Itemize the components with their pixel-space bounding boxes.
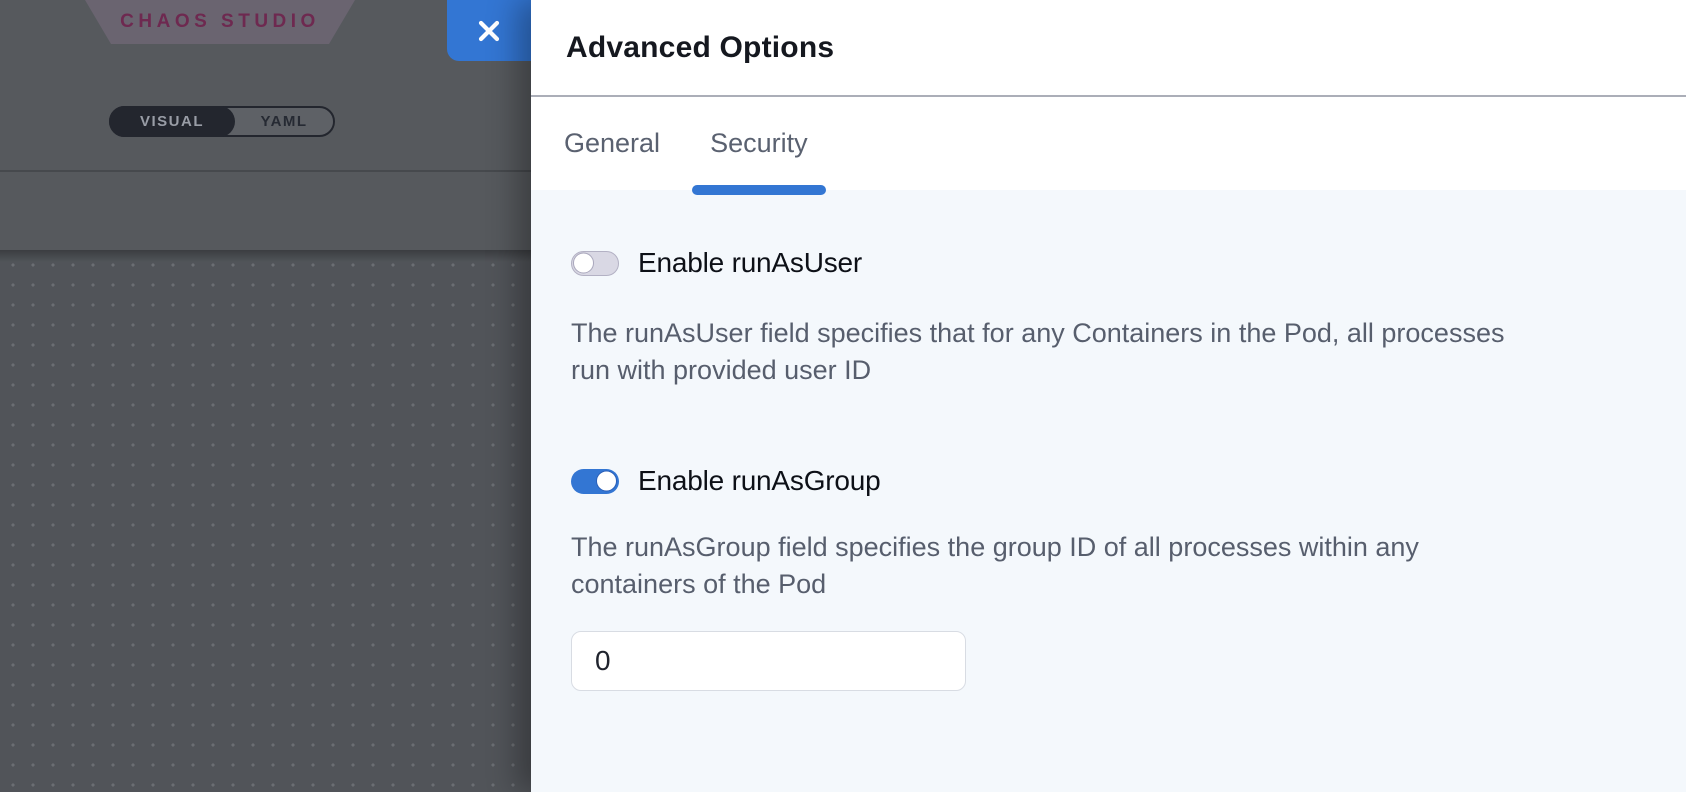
close-icon [475, 17, 503, 45]
drawer-title: Advanced Options [566, 31, 834, 65]
switch-knob [596, 471, 617, 492]
run-as-user-row: Enable runAsUser [571, 247, 1646, 279]
dimmed-app-background: CHAOS STUDIO VISUAL YAML [0, 0, 531, 792]
run-as-user-group: Enable runAsUser The runAsUser field spe… [571, 247, 1646, 389]
run-as-group-switch[interactable] [571, 469, 619, 494]
chaos-studio-canvas[interactable] [0, 250, 531, 792]
run-as-user-label: Enable runAsUser [638, 247, 862, 279]
tab-visual[interactable]: VISUAL [109, 106, 235, 137]
run-as-group-group: Enable runAsGroup The runAsGroup field s… [571, 465, 1646, 691]
run-as-user-switch[interactable] [571, 251, 619, 276]
run-as-group-description: The runAsGroup field specifies the group… [571, 529, 1646, 603]
visual-yaml-toggle[interactable]: VISUAL YAML [109, 106, 335, 137]
brand-banner: CHAOS STUDIO [85, 0, 355, 44]
screen: CHAOS STUDIO VISUAL YAML Advanced Option… [0, 0, 1686, 792]
description-line: The runAsGroup field specifies the group… [571, 529, 1646, 566]
run-as-group-value-input[interactable] [571, 631, 966, 691]
security-tab-content: Enable runAsUser The runAsUser field spe… [531, 190, 1686, 792]
drawer-header: Advanced Options [531, 0, 1686, 95]
header-divider [0, 170, 531, 172]
run-as-group-label: Enable runAsGroup [638, 465, 881, 497]
description-line: The runAsUser field specifies that for a… [571, 315, 1646, 352]
description-line: run with provided user ID [571, 352, 1646, 389]
tab-security[interactable]: Security [692, 97, 826, 190]
switch-knob [573, 253, 594, 274]
description-line: containers of the Pod [571, 566, 1646, 603]
run-as-user-description: The runAsUser field specifies that for a… [571, 315, 1646, 389]
tab-general[interactable]: General [546, 97, 678, 190]
advanced-options-drawer: Advanced Options General Security Enable… [531, 0, 1686, 792]
run-as-group-row: Enable runAsGroup [571, 465, 1646, 497]
tab-yaml[interactable]: YAML [235, 108, 333, 135]
close-drawer-button[interactable] [447, 0, 531, 61]
drawer-tabs: General Security [531, 97, 1686, 190]
brand-title: CHAOS STUDIO [120, 11, 320, 33]
